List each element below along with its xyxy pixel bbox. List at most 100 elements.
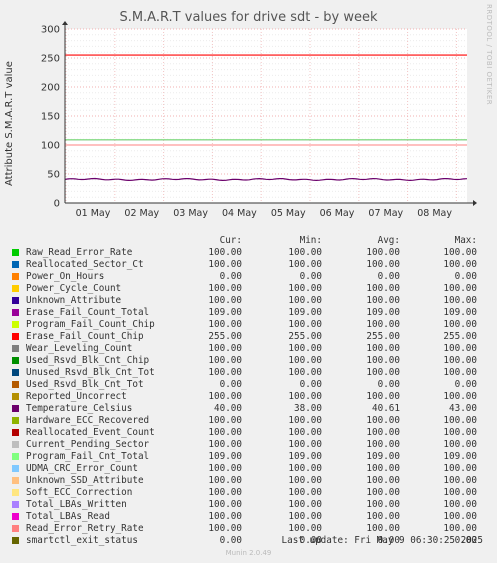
legend-value-max: 100.00	[443, 355, 477, 366]
legend-value-cur: 100.00	[208, 283, 242, 294]
legend-value-max: 0.00	[454, 379, 477, 390]
legend-value-avg: 100.00	[366, 367, 400, 378]
legend-value-cur: 100.00	[208, 511, 242, 522]
legend-series-name: Unknown_SSD_Attribute	[26, 475, 144, 486]
legend-value-avg: 0.00	[377, 379, 400, 390]
legend-value-max: 100.00	[443, 391, 477, 402]
munin-version: Munin 2.0.49	[225, 549, 272, 557]
legend-value-max: 100.00	[443, 319, 477, 330]
chart-plot: 0 50 100 150 200 250 300 01 May 02 May 03 May 04 M…	[41, 21, 477, 219]
legend-value-max: 100.00	[443, 415, 477, 426]
legend-swatch	[12, 285, 19, 292]
y-tick-label: 150	[41, 112, 60, 123]
y-tick-label: 0	[54, 199, 60, 210]
legend-value-max: 109.00	[443, 307, 477, 318]
legend-series-name: Current_Pending_Sector	[26, 439, 150, 450]
legend-series-name: Wear_Leveling_Count	[26, 343, 133, 354]
legend-swatch	[12, 381, 19, 388]
legend-value-avg: 100.00	[366, 487, 400, 498]
legend-value-max: 100.00	[443, 439, 477, 450]
legend-series-name: Erase_Fail_Count_Chip	[26, 331, 144, 342]
legend-value-min: 100.00	[288, 463, 322, 474]
x-tick-label: 01 May	[76, 208, 111, 219]
legend-series-name: Unused_Rsvd_Blk_Cnt_Tot	[26, 367, 155, 378]
legend-value-avg: 100.00	[366, 523, 400, 534]
legend-swatch	[12, 297, 19, 304]
legend-value-min: 100.00	[288, 511, 322, 522]
legend-value-avg: 0.00	[377, 271, 400, 282]
legend-value-max: 100.00	[443, 475, 477, 486]
legend-series-name: Hardware_ECC_Recovered	[26, 415, 150, 426]
legend-value-cur: 40.00	[214, 403, 242, 414]
legend-swatch	[12, 345, 19, 352]
legend-column-header: Avg:	[377, 235, 400, 246]
legend-series-name: Total_LBAs_Written	[26, 499, 127, 510]
legend-value-avg: 100.00	[366, 355, 400, 366]
legend-value-cur: 100.00	[208, 367, 242, 378]
legend-series-name: Unknown_Attribute	[26, 295, 122, 306]
legend-value-avg: 100.00	[366, 283, 400, 294]
legend-series-name: Erase_Fail_Count_Total	[26, 307, 150, 318]
legend-value-avg: 40.61	[372, 403, 400, 414]
legend-value-cur: 109.00	[208, 307, 242, 318]
legend-value-avg: 100.00	[366, 475, 400, 486]
legend-swatch	[12, 429, 19, 436]
legend-value-min: 100.00	[288, 391, 322, 402]
legend-value-min: 100.00	[288, 319, 322, 330]
legend-value-min: 0.00	[299, 271, 322, 282]
legend-value-max: 100.00	[443, 295, 477, 306]
legend-value-cur: 109.00	[208, 451, 242, 462]
legend-swatch	[12, 309, 19, 316]
legend-value-min: 100.00	[288, 367, 322, 378]
legend-value-min: 109.00	[288, 451, 322, 462]
legend-series-name: Reallocated_Sector_Ct	[26, 259, 144, 270]
legend-series-name: Total_LBAs_Read	[26, 511, 110, 522]
legend-swatch	[12, 333, 19, 340]
legend-value-min: 38.00	[294, 403, 322, 414]
legend-value-avg: 109.00	[366, 451, 400, 462]
legend-series-name: Reallocated_Event_Count	[26, 427, 155, 438]
legend-swatch	[12, 249, 19, 256]
legend-series-name: Power_On_Hours	[26, 271, 105, 282]
legend-series-name: Program_Fail_Count_Chip	[26, 319, 155, 330]
legend-value-avg: 100.00	[366, 391, 400, 402]
legend-value-avg: 100.00	[366, 427, 400, 438]
legend-value-cur: 100.00	[208, 499, 242, 510]
legend-value-avg: 100.00	[366, 415, 400, 426]
legend-swatch	[12, 501, 19, 508]
legend-value-cur: 100.00	[208, 391, 242, 402]
legend-value-cur: 100.00	[208, 463, 242, 474]
x-tick-label: 04 May	[222, 208, 257, 219]
legend-swatch	[12, 405, 19, 412]
legend-value-min: 100.00	[288, 487, 322, 498]
legend-column-header: Max:	[454, 235, 477, 246]
legend-column-header: Cur:	[219, 235, 242, 246]
x-axis-arrow	[473, 200, 477, 206]
legend-value-min: 100.00	[288, 523, 322, 534]
legend-value-cur: 0.00	[219, 271, 242, 282]
legend-value-min: 100.00	[288, 415, 322, 426]
legend-value-max: 100.00	[443, 283, 477, 294]
legend-swatch	[12, 393, 19, 400]
legend-value-cur: 100.00	[208, 343, 242, 354]
legend-value-max: 100.00	[443, 463, 477, 474]
legend-value-max: 255.00	[443, 331, 477, 342]
legend-value-max: 100.00	[443, 247, 477, 258]
legend-swatch	[12, 489, 19, 496]
legend-value-cur: 0.00	[219, 535, 242, 546]
legend-swatch	[12, 273, 19, 280]
legend-series-name: Power_Cycle_Count	[26, 283, 122, 294]
legend-value-min: 100.00	[288, 439, 322, 450]
legend-column-header: Min:	[299, 235, 322, 246]
legend-value-avg: 100.00	[366, 343, 400, 354]
legend-value-max: 109.00	[443, 451, 477, 462]
legend-value-cur: 100.00	[208, 487, 242, 498]
legend-value-max: 100.00	[443, 427, 477, 438]
legend-value-cur: 255.00	[208, 331, 242, 342]
legend-value-avg: 100.00	[366, 259, 400, 270]
legend-value-min: 100.00	[288, 475, 322, 486]
x-tick-label: 05 May	[271, 208, 306, 219]
legend-value-cur: 100.00	[208, 439, 242, 450]
legend-series-name: Used_Rsvd_Blk_Cnt_Chip	[26, 355, 150, 366]
legend-value-cur: 100.00	[208, 427, 242, 438]
